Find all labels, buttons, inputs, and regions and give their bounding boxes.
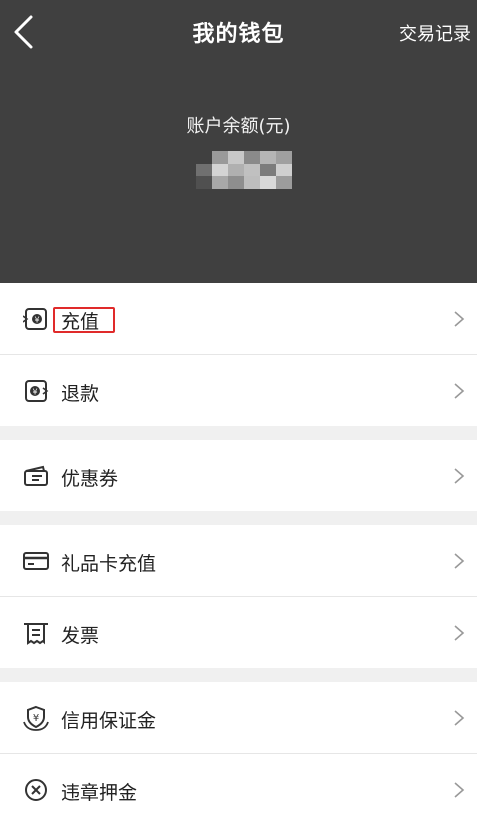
coupon-icon	[24, 465, 48, 486]
shield-yen-icon: ¥	[23, 705, 49, 731]
svg-text:¥: ¥	[34, 316, 39, 325]
menu-item-label: 优惠券	[61, 468, 119, 490]
menu-item-label: 信用保证金	[61, 710, 157, 732]
chevron-right-icon	[454, 311, 465, 327]
chevron-right-icon	[454, 468, 465, 484]
menu-item-credit-deposit[interactable]: ¥ 信用保证金	[0, 682, 477, 754]
chevron-right-icon	[454, 553, 465, 569]
transaction-records-link[interactable]: 交易记录	[399, 20, 471, 46]
receipt-icon	[24, 623, 48, 645]
menu-item-invoice[interactable]: 发票	[0, 597, 477, 668]
menu-item-label: 礼品卡充值	[61, 553, 157, 575]
svg-text:¥: ¥	[33, 713, 39, 724]
balance-label: 账户余额(元)	[186, 116, 291, 137]
wallet-menu-list: ¥ 充值 ¥ 退款 优惠券 礼品卡充值 发票 ¥ 信用保证金 违章押金	[0, 283, 477, 825]
recharge-icon: ¥	[23, 308, 47, 330]
chevron-right-icon	[454, 710, 465, 726]
section-divider	[0, 426, 477, 440]
svg-text:¥: ¥	[32, 388, 37, 397]
menu-item-label: 退款	[61, 383, 100, 405]
section-divider	[0, 668, 477, 682]
menu-item-coupons[interactable]: 优惠券	[0, 440, 477, 511]
menu-item-label: 违章押金	[61, 782, 138, 804]
circle-x-icon	[25, 779, 47, 801]
menu-item-partial[interactable]: 违章押金	[0, 754, 477, 825]
section-divider	[0, 511, 477, 525]
balance-value-pixelated	[196, 151, 292, 189]
menu-item-recharge[interactable]: ¥ 充值	[0, 283, 477, 355]
wallet-header: 我的钱包 交易记录 账户余额(元)	[0, 0, 477, 283]
menu-item-gift-card[interactable]: 礼品卡充值	[0, 525, 477, 597]
chevron-right-icon	[454, 383, 465, 399]
menu-item-label: 发票	[61, 625, 100, 647]
chevron-right-icon	[454, 625, 465, 641]
chevron-right-icon	[454, 782, 465, 798]
highlight-box	[53, 307, 115, 333]
menu-item-refund[interactable]: ¥ 退款	[0, 355, 477, 426]
card-icon	[23, 552, 49, 570]
refund-icon: ¥	[25, 380, 49, 402]
